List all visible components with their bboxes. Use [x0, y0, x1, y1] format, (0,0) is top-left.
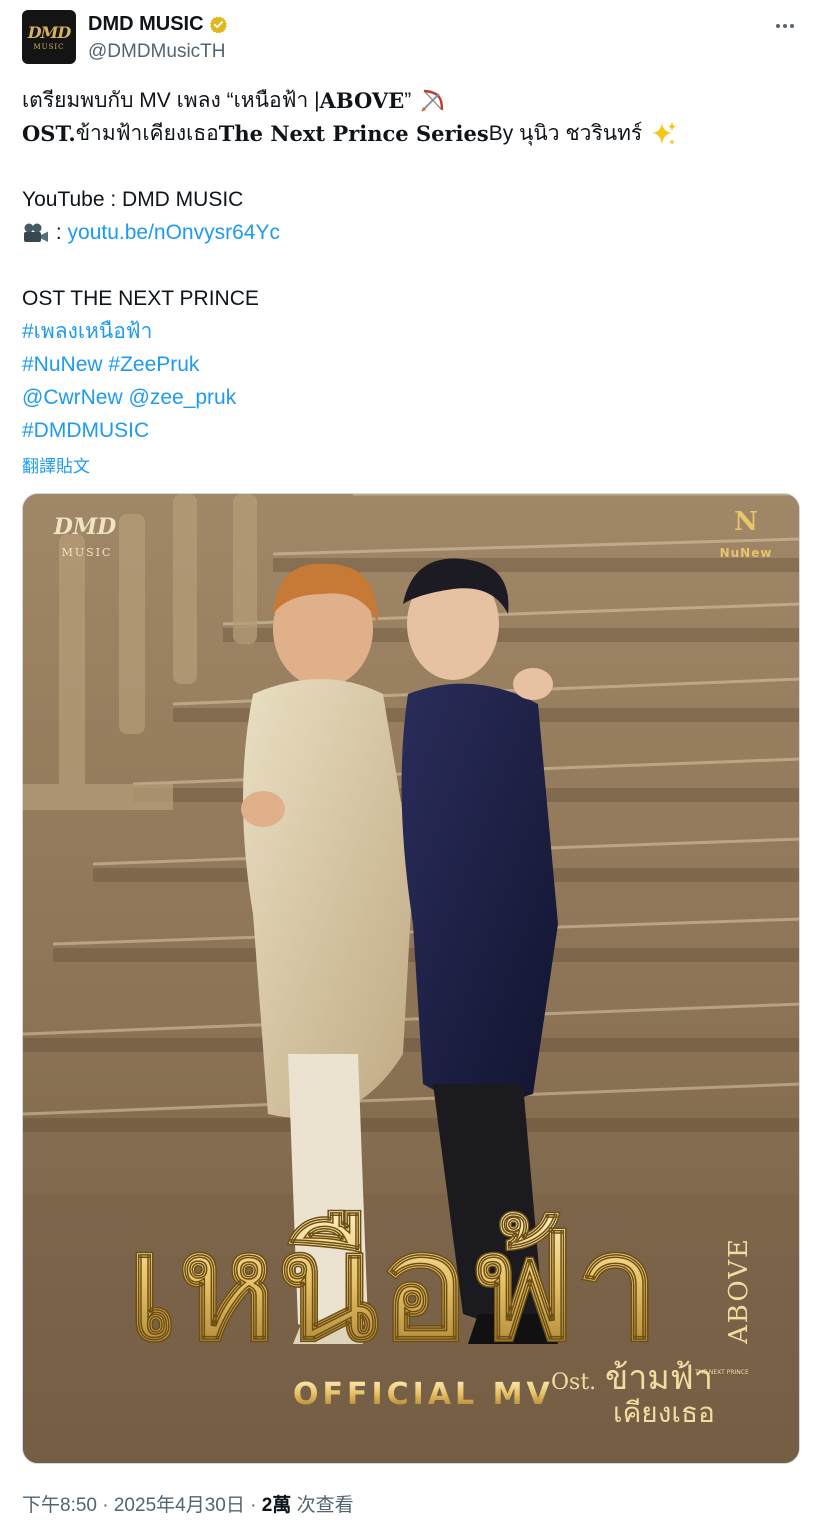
author-handle[interactable]: @DMDMusicTH	[88, 41, 226, 63]
poster-ost-title-bottom: เคียงเธอ	[613, 1396, 715, 1429]
verified-badge-icon	[209, 16, 227, 33]
poster-title-en: ABOVE	[724, 1237, 754, 1345]
post-timestamp[interactable]: 下午8:50 · 2025年4月30日 ·	[22, 1495, 262, 1516]
poster-artwork: DMD MUSIC N NuNew เหนือฟ้า ABOVE OFFICIA…	[23, 494, 799, 1463]
hashtag-link[interactable]: #DMDMUSIC	[22, 414, 149, 447]
hashtag-link[interactable]: #เพลงเหนือฟ้า	[22, 315, 152, 348]
poster-ost-prefix: Ost.	[551, 1370, 596, 1395]
sparkles-emoji	[652, 121, 677, 145]
tweet-line-link: : youtu.be/nOnvysr64Yc	[22, 216, 800, 249]
more-options-icon[interactable]	[770, 14, 800, 38]
avatar-logo-text: DMD	[27, 23, 71, 42]
poster-ost-small: THE NEXT PRINCE	[694, 1369, 749, 1376]
poster-ost-title-top: ข้ามฟ้า	[605, 1358, 713, 1398]
tweet-line-ost-title: OST THE NEXT PRINCE	[22, 287, 259, 310]
hashtag-link[interactable]: #ZeePruk	[108, 348, 199, 381]
movie-camera-emoji	[24, 223, 48, 242]
bow-and-arrow-emoji	[421, 89, 444, 112]
views-count: 2萬	[261, 1495, 292, 1516]
poster-official-mv: OFFICIAL MV	[293, 1377, 554, 1412]
author-name-row: DMD MUSIC	[88, 12, 229, 36]
translate-post-link[interactable]: 翻譯貼文	[22, 452, 90, 477]
poster-nunew-logo: NuNew	[720, 546, 773, 560]
views-label: 次查看	[291, 1495, 354, 1516]
tweet-text: เตรียมพบกับ MV เพลง “เหนือฟ้า | ABOVE” O…	[22, 84, 800, 447]
youtube-link[interactable]: youtu.be/nOnvysr64Yc	[68, 216, 280, 249]
poster-title-thai: เหนือฟ้า	[126, 1201, 659, 1375]
poster-dmd-logo-sub: MUSIC	[62, 546, 113, 559]
poster-dmd-logo: DMD	[53, 514, 117, 540]
poster-nunew-mark: N	[734, 507, 758, 537]
mention-link[interactable]: @zee_pruk	[129, 381, 237, 414]
mention-link[interactable]: @CwrNew	[22, 381, 123, 414]
tweet-meta: 下午8:50 · 2025年4月30日 · 2萬 次查看	[22, 1490, 354, 1517]
tweet-line-youtube: YouTube : DMD MUSIC	[22, 188, 244, 211]
tweet-line-ost: OST. ข้ามฟ้าเคียงเธอ The Next Prince Ser…	[22, 117, 800, 150]
hashtag-link[interactable]: #NuNew	[22, 348, 103, 381]
avatar-logo-subtext: MUSIC	[33, 43, 65, 51]
tweet-media-image[interactable]: DMD MUSIC N NuNew เหนือฟ้า ABOVE OFFICIA…	[22, 493, 800, 1464]
avatar[interactable]: DMD MUSIC	[22, 10, 76, 64]
author-display-name[interactable]: DMD MUSIC	[88, 13, 204, 36]
tweet-line-announcement: เตรียมพบกับ MV เพลง “เหนือฟ้า | ABOVE”	[22, 84, 800, 117]
tweet-header: DMD MUSIC DMD MUSIC @DMDMusicTH	[22, 10, 800, 66]
